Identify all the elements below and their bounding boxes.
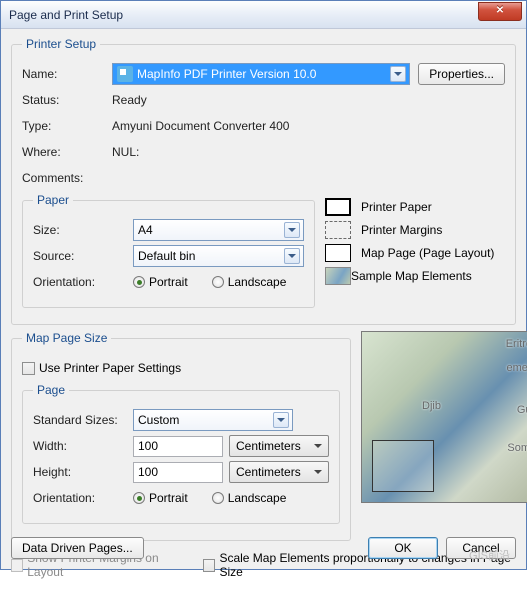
height-input[interactable]: 100 <box>133 462 223 483</box>
chevron-down-icon <box>273 412 289 428</box>
page-orient-label: Orientation: <box>33 491 133 505</box>
paper-portrait-label: Portrait <box>149 275 188 289</box>
legend-printer-margins-swatch <box>325 221 351 239</box>
where-value: NUL: <box>112 145 139 159</box>
printer-name-select[interactable]: MapInfo PDF Printer Version 10.0 <box>112 63 410 85</box>
ok-button[interactable]: OK <box>368 537 438 559</box>
std-sizes-label: Standard Sizes: <box>33 413 133 427</box>
height-label: Height: <box>33 465 133 479</box>
legend-printer-paper-swatch <box>325 198 351 216</box>
paper-source-label: Source: <box>33 249 133 263</box>
paper-size-label: Size: <box>33 223 133 237</box>
width-input[interactable]: 100 <box>133 436 223 457</box>
use-printer-paper-label: Use Printer Paper Settings <box>39 361 181 375</box>
page-landscape-label: Landscape <box>228 491 287 505</box>
window-title: Page and Print Setup <box>9 8 123 22</box>
paper-group: Paper Size: A4 Source: Default bin Orien… <box>22 193 315 308</box>
legend-printer-paper: Printer Paper <box>361 200 432 214</box>
chevron-down-icon <box>390 66 406 82</box>
page-group: Page Standard Sizes: Custom Width: 100 C… <box>22 383 340 524</box>
std-sizes-select[interactable]: Custom <box>133 409 293 431</box>
titlebar: Page and Print Setup ✕ <box>1 1 526 29</box>
page-legend: Page <box>33 383 69 397</box>
map-page-size-group: Map Page Size Use Printer Paper Settings… <box>11 331 351 541</box>
page-portrait-radio[interactable] <box>133 492 145 504</box>
width-label: Width: <box>33 439 133 453</box>
printer-name-value: MapInfo PDF Printer Version 10.0 <box>137 67 316 81</box>
printer-setup-group: Printer Setup Name: MapInfo PDF Printer … <box>11 37 516 325</box>
type-value: Amyuni Document Converter 400 <box>112 119 289 133</box>
type-label: Type: <box>22 119 112 133</box>
chevron-down-icon <box>284 222 300 238</box>
paper-legend: Paper <box>33 193 73 207</box>
paper-size-select[interactable]: A4 <box>133 219 304 241</box>
data-driven-pages-button[interactable]: Data Driven Pages... <box>11 537 144 559</box>
legend-map-page: Map Page (Page Layout) <box>361 246 494 260</box>
legend-sample-elements: Sample Map Elements <box>351 269 472 283</box>
printer-icon <box>117 66 133 82</box>
comments-label: Comments: <box>22 171 112 185</box>
legend-sample-swatch <box>325 267 351 285</box>
legend-printer-margins: Printer Margins <box>361 223 442 237</box>
use-printer-paper-checkbox[interactable] <box>22 362 35 375</box>
paper-orient-label: Orientation: <box>33 275 133 289</box>
page-landscape-radio[interactable] <box>212 492 224 504</box>
properties-button[interactable]: Properties... <box>418 63 505 85</box>
height-unit-select[interactable]: Centimeters <box>229 461 329 483</box>
close-button[interactable]: ✕ <box>478 2 522 21</box>
where-label: Where: <box>22 145 112 159</box>
paper-landscape-radio[interactable] <box>212 276 224 288</box>
name-label: Name: <box>22 67 112 81</box>
width-unit-select[interactable]: Centimeters <box>229 435 329 457</box>
status-value: Ready <box>112 93 147 107</box>
page-portrait-label: Portrait <box>149 491 188 505</box>
paper-source-select[interactable]: Default bin <box>133 245 304 267</box>
paper-landscape-label: Landscape <box>228 275 287 289</box>
map-page-size-legend: Map Page Size <box>22 331 111 345</box>
status-label: Status: <box>22 93 112 107</box>
watermark: GIS前沿 <box>469 547 510 563</box>
map-preview: Eritre emen Gul Som Djib <box>361 331 527 503</box>
chevron-down-icon <box>284 248 300 264</box>
printer-setup-legend: Printer Setup <box>22 37 100 51</box>
paper-portrait-radio[interactable] <box>133 276 145 288</box>
legend-map-page-swatch <box>325 244 351 262</box>
